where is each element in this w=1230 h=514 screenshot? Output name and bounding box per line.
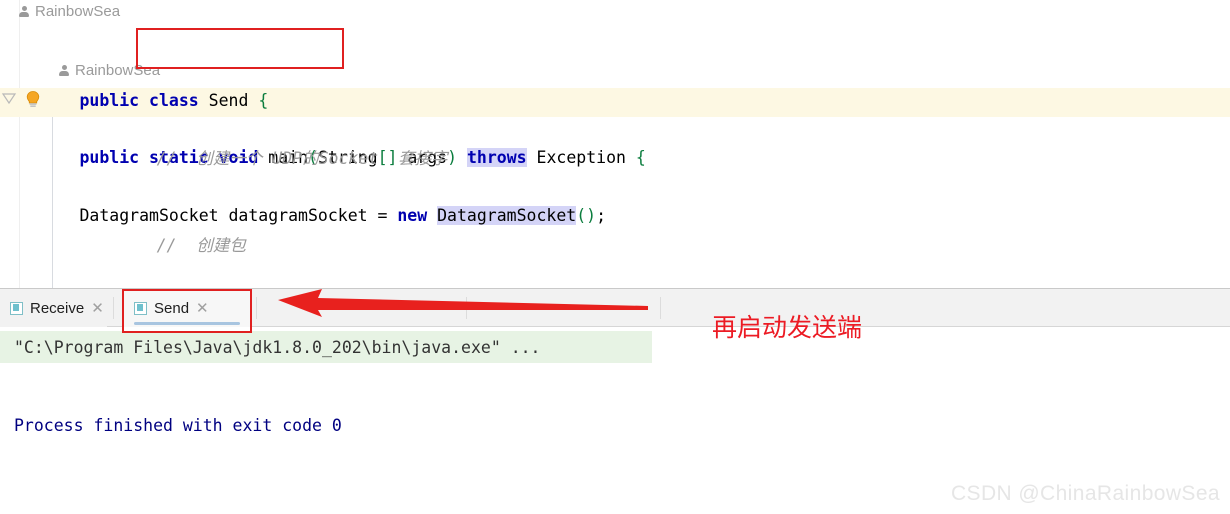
run-tool-window[interactable]: Receive ✕ Send ✕ "C:\Program Files\Java\… bbox=[0, 288, 1230, 514]
code-line-packet-stmt[interactable]: DatagramPacket datagramPacket = new Data… bbox=[0, 262, 1230, 288]
code-line-comment-packet[interactable]: // 创建包 bbox=[0, 204, 1230, 255]
tab-receive[interactable]: Receive ✕ bbox=[0, 289, 107, 327]
tab-divider bbox=[113, 297, 114, 319]
inlay-author-label: RainbowSea bbox=[35, 3, 121, 20]
close-icon[interactable]: ✕ bbox=[196, 301, 209, 316]
annotation-note-text: 再启动发送端 bbox=[712, 314, 863, 342]
code-line-socket-stmt[interactable]: DatagramSocket datagramSocket = new Data… bbox=[0, 146, 1230, 225]
inlay-author-label: RainbowSea bbox=[75, 62, 161, 79]
person-icon bbox=[18, 6, 30, 18]
inlay-author-hint-1: RainbowSea bbox=[18, 3, 120, 20]
run-config-icon bbox=[134, 301, 147, 315]
watermark: CSDN @ChinaRainbowSea bbox=[950, 482, 1220, 505]
run-tab-strip[interactable]: Receive ✕ Send ✕ bbox=[0, 289, 1230, 327]
close-icon[interactable]: ✕ bbox=[91, 301, 104, 316]
tab-label: Receive bbox=[30, 299, 85, 317]
code-line-bytes-stmt[interactable]: byte[] bytes = "RainbowSea".getBytes(); bbox=[0, 233, 1230, 261]
person-icon bbox=[58, 65, 70, 77]
code-line-comment-socket[interactable]: // 创建一个 UDP的Socket 套接字 bbox=[0, 117, 1230, 168]
tab-send[interactable]: Send ✕ bbox=[124, 289, 250, 327]
code-editor-pane[interactable]: RainbowSea public class Send { RainbowSe… bbox=[0, 0, 1230, 288]
code-line-class-decl[interactable]: public class Send { bbox=[0, 31, 1230, 110]
active-tab-indicator bbox=[134, 322, 240, 325]
tab-divider bbox=[466, 297, 467, 319]
run-config-icon bbox=[10, 301, 23, 315]
console-command-line: "C:\Program Files\Java\jdk1.8.0_202\bin\… bbox=[14, 338, 541, 357]
tab-label: Send bbox=[154, 299, 190, 317]
code-line-main-decl[interactable]: public static void main(String[] args) t… bbox=[0, 88, 1230, 167]
console-exit-line: Process finished with exit code 0 bbox=[14, 416, 342, 435]
ide-screenshot: RainbowSea public class Send { RainbowSe… bbox=[0, 0, 1230, 514]
inlay-author-hint-2: RainbowSea bbox=[58, 62, 160, 79]
tab-divider bbox=[660, 297, 661, 319]
tab-divider bbox=[256, 297, 257, 319]
